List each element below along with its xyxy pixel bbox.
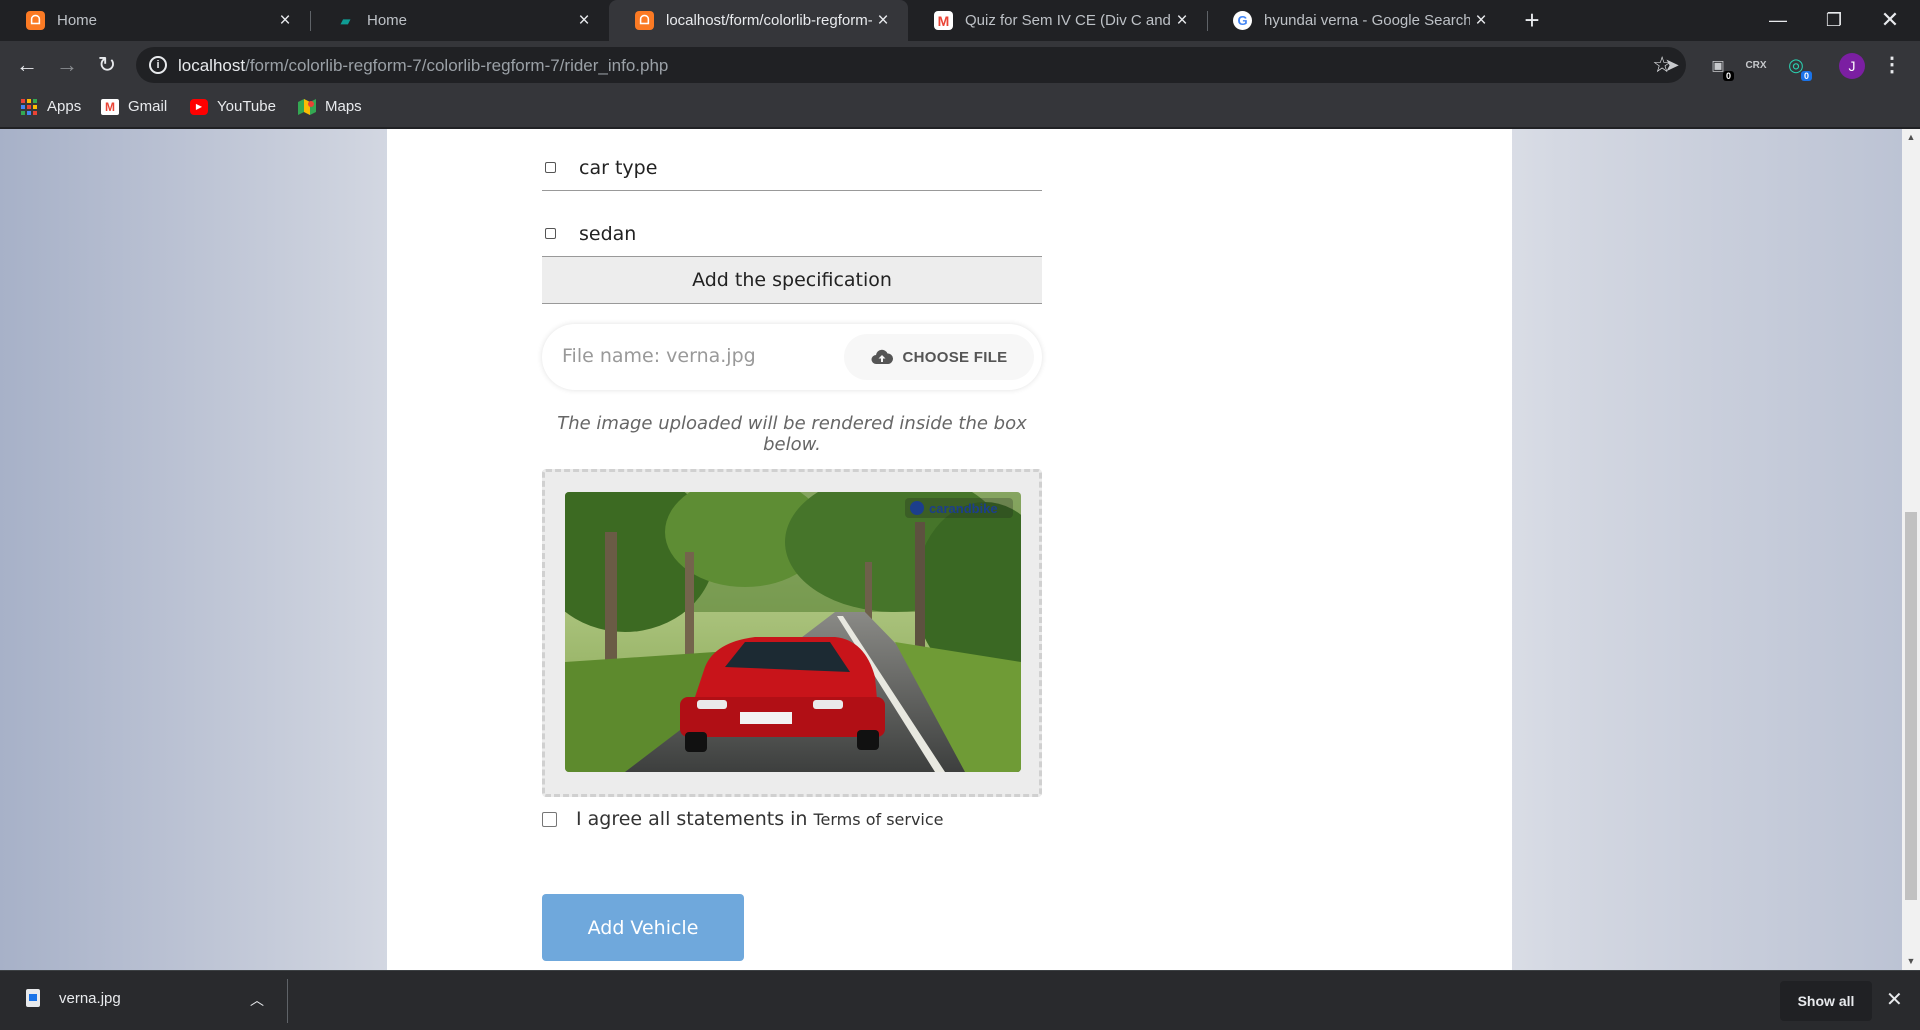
url-text[interactable]: localhost/form/colorlib-regform-7/colorl… <box>178 56 668 76</box>
xampp-icon: ᗝ <box>26 11 45 30</box>
close-icon[interactable]: × <box>1470 10 1492 32</box>
close-icon[interactable]: × <box>274 10 296 32</box>
menu-icon[interactable]: ⋮ <box>1882 52 1902 77</box>
bookmark-maps[interactable]: Maps <box>298 98 362 115</box>
spec-label: car type <box>579 157 658 179</box>
add-vehicle-button[interactable]: Add Vehicle <box>542 894 744 961</box>
agree-text: I agree all statements in <box>576 808 808 830</box>
page-viewport: car type sedan Add the specification Fil… <box>0 129 1902 970</box>
restore-icon[interactable]: ❐ <box>1806 0 1862 40</box>
crx-extension-icon[interactable]: CRX <box>1744 53 1768 77</box>
close-window-icon[interactable]: ✕ <box>1862 0 1918 40</box>
terms-agreement: I agree all statements in Terms of servi… <box>542 808 944 830</box>
scroll-down-icon[interactable]: ▼ <box>1902 953 1920 970</box>
terms-link[interactable]: Terms of service <box>813 810 943 829</box>
bookmark-label: YouTube <box>217 98 276 115</box>
download-item[interactable]: verna.jpg <box>26 989 121 1007</box>
close-icon[interactable]: × <box>1171 10 1193 32</box>
youtube-icon: ▶ <box>190 98 208 115</box>
bookmark-label: Apps <box>47 98 82 115</box>
bookmark-apps[interactable]: Apps <box>20 98 81 115</box>
car-photo: carandbike <box>565 492 1021 772</box>
tab-home-2[interactable]: ▰ Home × <box>310 0 609 41</box>
file-upload-field[interactable]: File name: verna.jpg CHOOSE FILE <box>542 324 1042 390</box>
spec-label: sedan <box>579 223 637 245</box>
apps-grid-icon <box>20 98 38 115</box>
close-icon[interactable]: × <box>872 10 894 32</box>
tab-title: Home <box>57 12 98 29</box>
gmail-icon: M <box>101 98 119 115</box>
download-filename: verna.jpg <box>59 989 121 1007</box>
download-shelf: verna.jpg ︿ Show all ✕ <box>0 970 1920 1030</box>
bookmarks-bar: Apps M Gmail ▶ YouTube Maps <box>0 88 1920 128</box>
screen-extension-icon[interactable]: ◎ 0 <box>1784 53 1812 81</box>
maps-icon <box>298 98 316 115</box>
tab-title: hyundai verna - Google Search <box>1264 12 1470 29</box>
choose-file-button[interactable]: CHOOSE FILE <box>844 334 1034 380</box>
form-card: car type sedan Add the specification Fil… <box>387 129 1512 970</box>
cursor-extension-icon[interactable]: ➤ <box>1660 53 1684 77</box>
close-icon[interactable]: ✕ <box>1886 987 1903 1012</box>
image-file-icon <box>26 989 40 1007</box>
tab-quiz[interactable]: M Quiz for Sem IV CE (Div C and D) × <box>908 0 1207 41</box>
agree-checkbox[interactable] <box>542 811 557 827</box>
gmail-icon: M <box>934 11 953 30</box>
tab-title: Home <box>367 12 408 29</box>
scrollbar-thumb[interactable] <box>1905 512 1917 900</box>
bookmark-label: Maps <box>325 98 362 115</box>
web-icon: ▰ <box>340 13 351 28</box>
cloud-upload-icon <box>871 349 893 364</box>
new-tab-button[interactable]: + <box>1517 6 1547 36</box>
extension-icon[interactable]: ▣ 0 <box>1706 53 1734 81</box>
choose-file-label: CHOOSE FILE <box>902 348 1008 366</box>
tab-strip: ᗝ Home × ▰ Home × ᗝ localhost/form/color… <box>0 0 1920 41</box>
minimize-icon[interactable]: — <box>1750 0 1806 40</box>
chevron-up-icon[interactable]: ︿ <box>250 990 264 1010</box>
bookmark-label: Gmail <box>128 98 168 115</box>
tab-title: localhost/form/colorlib-regform- <box>666 12 872 29</box>
image-preview-box: carandbike <box>542 469 1042 797</box>
tab-title: Quiz for Sem IV CE (Div C and D) <box>965 12 1171 29</box>
xampp-icon: ᗝ <box>635 11 654 30</box>
close-icon[interactable]: × <box>573 10 595 32</box>
spec-checkbox[interactable] <box>545 228 556 239</box>
browser-toolbar: ← → ↻ i localhost/form/colorlib-regform-… <box>0 41 1920 88</box>
tab-google-search[interactable]: G hyundai verna - Google Search × <box>1207 0 1506 41</box>
site-info-icon[interactable]: i <box>149 56 167 74</box>
bookmark-gmail[interactable]: M Gmail <box>101 98 167 115</box>
tab-rider-info[interactable]: ᗝ localhost/form/colorlib-regform- × <box>609 0 908 41</box>
google-icon: G <box>1233 11 1252 30</box>
page-scrollbar[interactable]: ▲ ▼ <box>1902 129 1920 970</box>
address-bar[interactable]: i localhost/form/colorlib-regform-7/colo… <box>136 47 1686 83</box>
show-all-button[interactable]: Show all <box>1780 981 1872 1021</box>
spec-checkbox[interactable] <box>545 162 556 173</box>
spec-row-car-type: car type <box>542 145 1042 191</box>
photo-watermark: carandbike <box>929 501 998 516</box>
reload-icon[interactable]: ↻ <box>90 48 124 82</box>
back-icon[interactable]: ← <box>10 48 44 82</box>
spec-row-sedan: sedan <box>542 211 1042 257</box>
bookmark-youtube[interactable]: ▶ YouTube <box>190 98 276 115</box>
add-specification-button[interactable]: Add the specification <box>542 257 1042 304</box>
tab-home-1[interactable]: ᗝ Home × <box>0 0 310 41</box>
forward-icon[interactable]: → <box>50 48 84 82</box>
scroll-up-icon[interactable]: ▲ <box>1902 129 1920 146</box>
upload-hint: The image uploaded will be rendered insi… <box>557 413 1027 455</box>
file-name-text: File name: verna.jpg <box>562 345 756 367</box>
profile-avatar[interactable]: J <box>1839 53 1865 79</box>
